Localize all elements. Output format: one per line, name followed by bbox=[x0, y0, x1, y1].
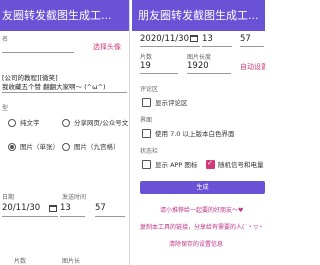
app-title: 朋友圈转发截图生成工... bbox=[138, 9, 259, 22]
random-signal-label: 随机信号和电量 bbox=[218, 161, 264, 169]
white-ui-label: 使用 7.0 以上版本白色界面 bbox=[155, 130, 235, 138]
image-length-label: 图片长 bbox=[62, 258, 81, 265]
opt-share-label: 分享网页/公众号文 bbox=[74, 119, 129, 127]
show-comment-label: 显示评论区 bbox=[155, 99, 188, 107]
date-label: 日期 bbox=[2, 194, 15, 201]
minute-underline bbox=[240, 46, 264, 47]
radio-text-only[interactable] bbox=[8, 119, 16, 127]
app-title-bar: 友圈转发截图生成工... bbox=[0, 0, 129, 31]
calendar-icon[interactable] bbox=[190, 35, 198, 42]
calendar-icon[interactable] bbox=[49, 205, 57, 212]
copy-tool-link[interactable]: 复制本工具的链接，分享给有需要的人(´・▽・`) bbox=[140, 222, 265, 231]
opt-img-single-label: 图片（单张） bbox=[20, 143, 59, 151]
length-underline bbox=[187, 73, 231, 74]
type-label: 型 bbox=[2, 105, 9, 112]
image-count-label: 片数 bbox=[140, 54, 153, 61]
hour-underline bbox=[60, 216, 85, 217]
hour-underline bbox=[202, 46, 232, 47]
date-value[interactable]: 2020/11/30 bbox=[140, 34, 189, 44]
choose-avatar-link[interactable]: 选择头像 bbox=[93, 42, 121, 52]
show-app-icon-checkbox[interactable] bbox=[142, 160, 151, 169]
image-length-value[interactable]: 1920 bbox=[187, 61, 209, 71]
radio-share-web[interactable] bbox=[62, 119, 70, 127]
right-screen: 朋友圈转发截图生成工... 2020/11/30 13 57 片数 图片长度 1… bbox=[132, 0, 265, 265]
content-line-2[interactable]: 我收藏五个赞 翻翻大家啊～ (^ω^) bbox=[2, 81, 106, 91]
app-title-bar: 朋友圈转发截图生成工... bbox=[132, 0, 265, 31]
date-underline bbox=[2, 216, 58, 217]
interface-section-label: 界面 bbox=[140, 117, 153, 124]
name-label: 名 bbox=[2, 36, 9, 43]
status-section-label: 状态栏 bbox=[140, 148, 159, 155]
generate-button[interactable]: 生成 bbox=[140, 181, 265, 194]
show-comment-checkbox[interactable] bbox=[142, 98, 151, 107]
count-underline bbox=[140, 73, 178, 74]
hour-value[interactable]: 13 bbox=[202, 34, 213, 44]
clear-settings-link[interactable]: 清除保存的设置信息 bbox=[169, 239, 223, 248]
image-count-value[interactable]: 19 bbox=[140, 61, 151, 71]
minute-value[interactable]: 57 bbox=[240, 34, 251, 44]
minute-value[interactable]: 57 bbox=[95, 203, 106, 213]
random-signal-checkbox[interactable] bbox=[206, 159, 215, 169]
minute-underline bbox=[95, 216, 125, 217]
comment-section-label: 评论区 bbox=[140, 86, 159, 93]
date-value[interactable]: 20/11/30 bbox=[2, 203, 40, 213]
radio-image-single[interactable] bbox=[8, 143, 16, 151]
app-title: 友圈转发截图生成工... bbox=[2, 9, 112, 22]
date-underline bbox=[140, 46, 200, 47]
share-friends-link[interactable]: 请小推荐给一起要的好朋友～♥ bbox=[160, 205, 243, 214]
white-ui-checkbox[interactable] bbox=[142, 129, 151, 138]
time-label: 发送时间 bbox=[62, 194, 87, 201]
auto-set-link[interactable]: 自动设置 bbox=[240, 62, 265, 72]
opt-img-grid-label: 图片（九宫格） bbox=[74, 143, 120, 151]
show-app-icon-label: 显示 APP 图标 bbox=[155, 161, 198, 169]
hour-value[interactable]: 13 bbox=[60, 203, 71, 213]
name-field[interactable] bbox=[2, 52, 74, 53]
image-length-label: 图片长度 bbox=[187, 54, 212, 61]
opt-text-label: 纯文字 bbox=[20, 119, 40, 127]
radio-image-grid[interactable] bbox=[62, 143, 70, 151]
content-field-underline bbox=[2, 92, 127, 93]
left-screen: 友圈转发截图生成工... 名 选择头像 [公司的教程][微笑] 我收藏五个赞 翻… bbox=[0, 0, 130, 265]
image-count-label: 片数 bbox=[14, 258, 27, 265]
